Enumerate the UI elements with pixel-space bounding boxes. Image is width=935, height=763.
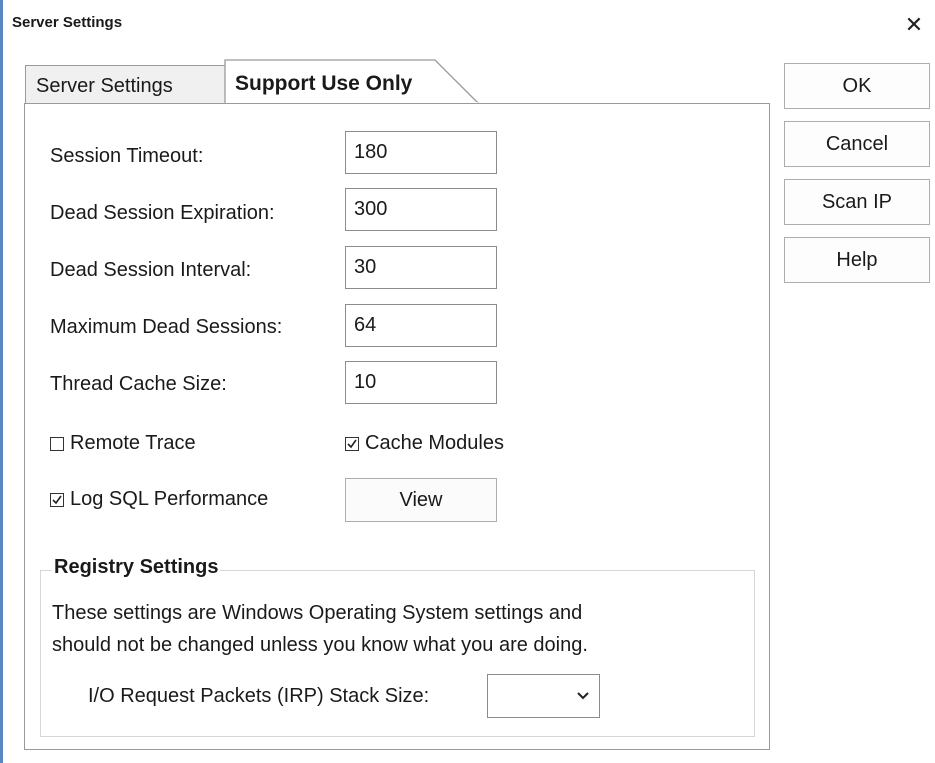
dead-session-expiration-label: Dead Session Expiration: — [50, 202, 275, 224]
maximum-dead-sessions-label: Maximum Dead Sessions: — [50, 316, 283, 338]
log-sql-performance-checkbox[interactable]: Log SQL Performance — [50, 488, 268, 511]
cancel-button[interactable]: Cancel — [784, 121, 930, 167]
tab-support-use-only[interactable]: Support Use Only — [235, 64, 412, 104]
chevron-down-icon — [577, 692, 589, 700]
irp-stack-size-select[interactable] — [487, 674, 600, 718]
view-button[interactable]: View — [345, 478, 497, 522]
cache-modules-label: Cache Modules — [365, 432, 504, 454]
dead-session-interval-label: Dead Session Interval: — [50, 259, 252, 281]
thread-cache-size-input[interactable] — [345, 361, 497, 404]
tab-label: Server Settings — [36, 75, 173, 97]
ok-button[interactable]: OK — [784, 63, 930, 109]
checkmark-icon — [52, 495, 62, 504]
checkbox-box — [345, 436, 359, 451]
remote-trace-label: Remote Trace — [70, 432, 196, 454]
window-title: Server Settings — [12, 14, 123, 31]
irp-stack-size-label: I/O Request Packets (IRP) Stack Size: — [88, 685, 430, 707]
log-sql-performance-label: Log SQL Performance — [70, 488, 269, 510]
tab-server-settings[interactable]: Server Settings — [25, 65, 231, 107]
dead-session-interval-input[interactable] — [345, 246, 497, 289]
registry-warning-line-1: These settings are Windows Operating Sys… — [52, 602, 583, 624]
dead-session-expiration-input[interactable] — [345, 188, 497, 231]
maximum-dead-sessions-input[interactable] — [345, 304, 497, 347]
checkmark-icon — [347, 439, 357, 448]
remote-trace-checkbox[interactable]: Remote Trace — [50, 432, 196, 455]
thread-cache-size-label: Thread Cache Size: — [50, 373, 227, 395]
scan-ip-button[interactable]: Scan IP — [784, 179, 930, 225]
cache-modules-checkbox[interactable]: Cache Modules — [345, 432, 504, 455]
window-left-edge — [0, 0, 3, 763]
registry-warning-line-2: should not be changed unless you know wh… — [52, 634, 588, 656]
checkbox-box — [50, 436, 64, 451]
registry-warning-text: These settings are Windows Operating Sys… — [52, 597, 752, 661]
registry-settings-title: Registry Settings — [52, 556, 221, 579]
session-timeout-label: Session Timeout: — [50, 145, 204, 167]
close-icon[interactable]: ✕ — [899, 10, 929, 40]
session-timeout-input[interactable] — [345, 131, 497, 174]
checkbox-box — [50, 492, 64, 507]
help-button[interactable]: Help — [784, 237, 930, 283]
